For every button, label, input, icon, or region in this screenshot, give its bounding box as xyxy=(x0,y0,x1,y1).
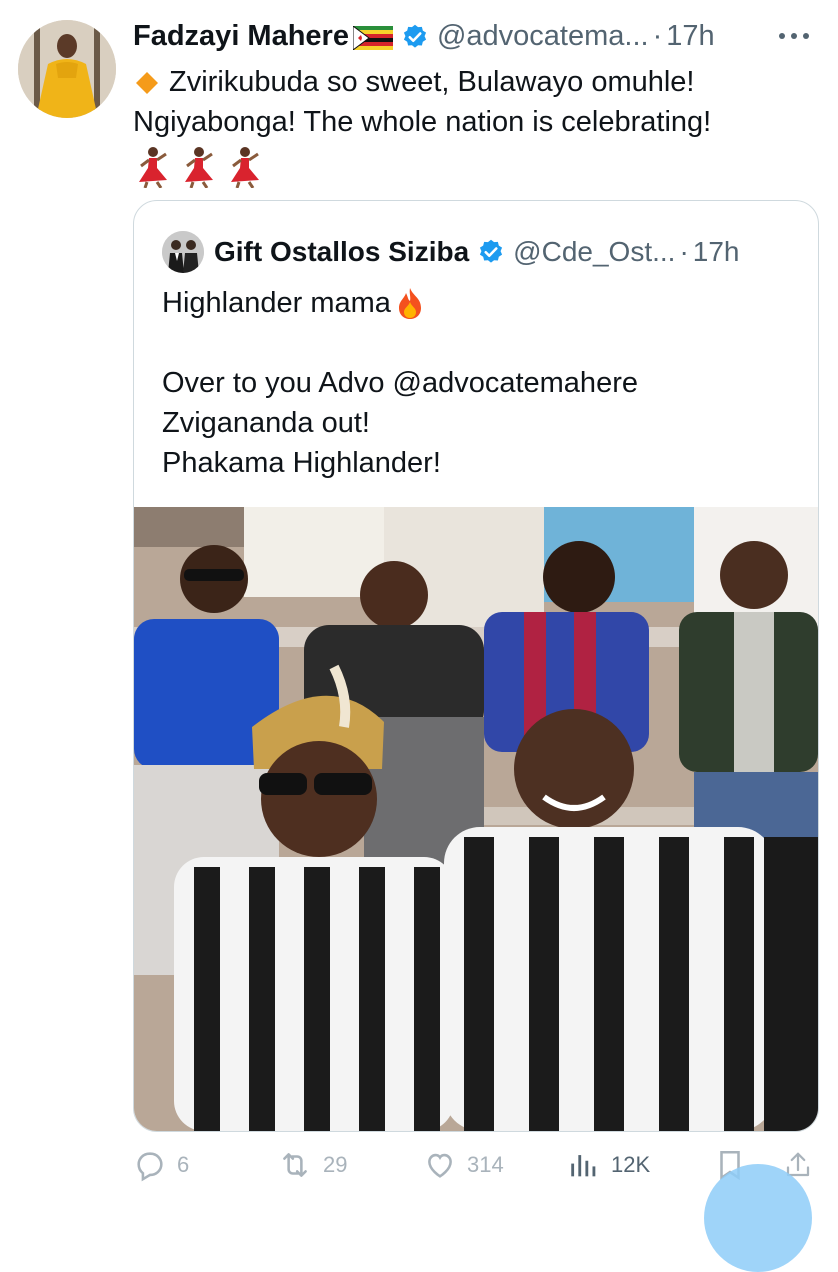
author-handle[interactable]: @advocatema... xyxy=(437,20,649,53)
quote-text: Highlander mama Over to you Advo @advoca… xyxy=(162,283,802,483)
separator-dot: · xyxy=(679,236,689,267)
views-button[interactable]: 12K xyxy=(567,1148,650,1182)
avatar-image xyxy=(18,20,116,118)
views-chart-icon xyxy=(571,1155,596,1177)
quote-author-avatar[interactable] xyxy=(162,231,204,273)
reply-icon xyxy=(137,1152,163,1182)
fire-icon xyxy=(398,288,421,319)
tweet-header: Fadzayi Mahere @advocatema... · 17h xyxy=(133,20,715,53)
quote-text-line2: Over to you Advo @advocatemahere xyxy=(162,367,638,399)
tweet-time[interactable]: 17h xyxy=(666,20,714,53)
tweet-text-line2: Ngiyabonga! The whole nation is celebrat… xyxy=(133,106,712,138)
reply-button[interactable]: 6 xyxy=(133,1148,189,1182)
quote-header: Gift Ostallos Siziba @Cde_Ost... · 17h xyxy=(162,231,739,273)
tweet-text: Zvirikubuda so sweet, Bulawayo omuhle! N… xyxy=(133,62,813,188)
quote-text-line4: Phakama Highlander! xyxy=(162,447,441,479)
dancer-icon xyxy=(139,147,167,188)
more-options-icon[interactable] xyxy=(774,26,814,46)
diamond-icon xyxy=(133,68,161,96)
quote-author-name[interactable]: Gift Ostallos Siziba xyxy=(214,236,469,268)
views-count: 12K xyxy=(611,1152,651,1177)
separator-dot: · xyxy=(652,20,663,52)
quote-photo[interactable] xyxy=(134,507,818,1131)
heart-icon xyxy=(428,1153,452,1178)
dancer-emoji-row xyxy=(133,146,813,188)
verified-icon xyxy=(477,238,505,266)
compose-fab-button[interactable] xyxy=(704,1164,812,1272)
tweet-text-line1: Zvirikubuda so sweet, Bulawayo omuhle! xyxy=(169,66,695,98)
like-count: 314 xyxy=(467,1152,504,1177)
quote-text-line1: Highlander mama xyxy=(162,287,391,319)
quoted-tweet[interactable]: Gift Ostallos Siziba @Cde_Ost... · 17h H… xyxy=(133,200,819,1132)
quote-author-handle[interactable]: @Cde_Ost... xyxy=(513,236,675,268)
reply-count: 6 xyxy=(177,1152,190,1177)
repost-count: 29 xyxy=(323,1152,348,1177)
dancer-icon xyxy=(185,147,213,188)
dancer-icon xyxy=(231,147,259,188)
quote-time[interactable]: 17h xyxy=(693,236,740,268)
verified-icon xyxy=(401,23,429,51)
repost-icon xyxy=(283,1153,307,1177)
flag-icon xyxy=(352,24,393,51)
author-name[interactable]: Fadzayi Mahere xyxy=(133,20,349,53)
author-avatar[interactable] xyxy=(18,20,116,118)
quote-text-line3: Zvigananda out! xyxy=(162,407,370,439)
repost-button[interactable]: 29 xyxy=(277,1148,347,1182)
like-button[interactable]: 314 xyxy=(423,1148,504,1182)
